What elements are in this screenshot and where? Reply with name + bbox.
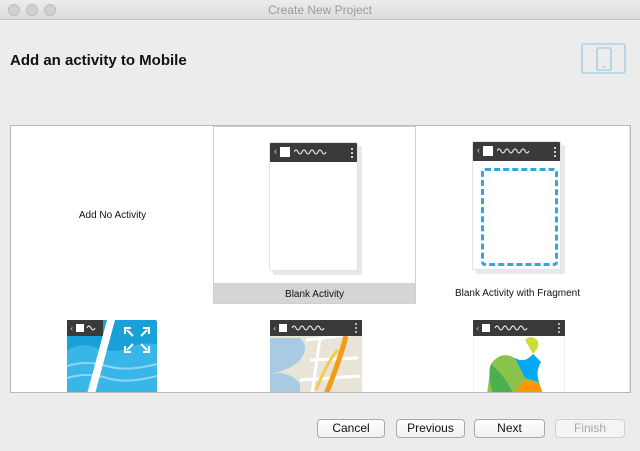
finish-button[interactable]: Finish (555, 419, 625, 438)
tile-blank-activity-fragment[interactable]: ‹ Blank Activity with Fragment (416, 126, 619, 304)
previous-button[interactable]: Previous (396, 419, 465, 438)
cancel-button[interactable]: Cancel (317, 419, 385, 438)
activity-gallery: Add No Activity ‹ Blank Activity ‹ Blank… (10, 125, 631, 393)
next-button[interactable]: Next (474, 419, 545, 438)
fragment-placeholder (481, 168, 558, 266)
action-bar: ‹ (473, 142, 560, 161)
tile-fullscreen-activity[interactable]: ‹ (11, 312, 214, 392)
tile-blank-activity[interactable]: ‹ Blank Activity (213, 126, 416, 304)
action-bar: ‹ (270, 143, 357, 162)
play-services-activity-thumbnail: ‹ (473, 320, 565, 392)
tile-label: Blank Activity with Fragment (454, 288, 581, 299)
overflow-menu-icon (554, 146, 556, 157)
svg-text:‹: ‹ (476, 324, 479, 333)
svg-text:‹: ‹ (70, 324, 73, 333)
tile-label: Add No Activity (78, 210, 147, 221)
wizard-header: Add an activity to Mobile (0, 21, 640, 115)
blank-activity-thumbnail: ‹ (269, 142, 362, 275)
gallery-scrollbar[interactable] (629, 126, 630, 392)
tile-add-no-activity[interactable]: Add No Activity (11, 126, 214, 304)
fullscreen-activity-thumbnail: ‹ (67, 320, 157, 392)
fragment-activity-thumbnail: ‹ (472, 141, 565, 274)
tile-maps-activity[interactable]: ‹ (213, 312, 416, 392)
page-title: Add an activity to Mobile (10, 52, 187, 69)
phone-tablet-icon (581, 43, 626, 74)
tile-play-services-activity[interactable]: ‹ (416, 312, 619, 392)
window-title: Create New Project (267, 3, 373, 17)
maps-activity-thumbnail: ‹ (270, 320, 362, 392)
overflow-menu-icon (351, 147, 353, 158)
svg-text:‹: ‹ (273, 324, 276, 333)
tile-label: Blank Activity (285, 289, 344, 300)
window-titlebar: Create New Project (0, 0, 640, 20)
